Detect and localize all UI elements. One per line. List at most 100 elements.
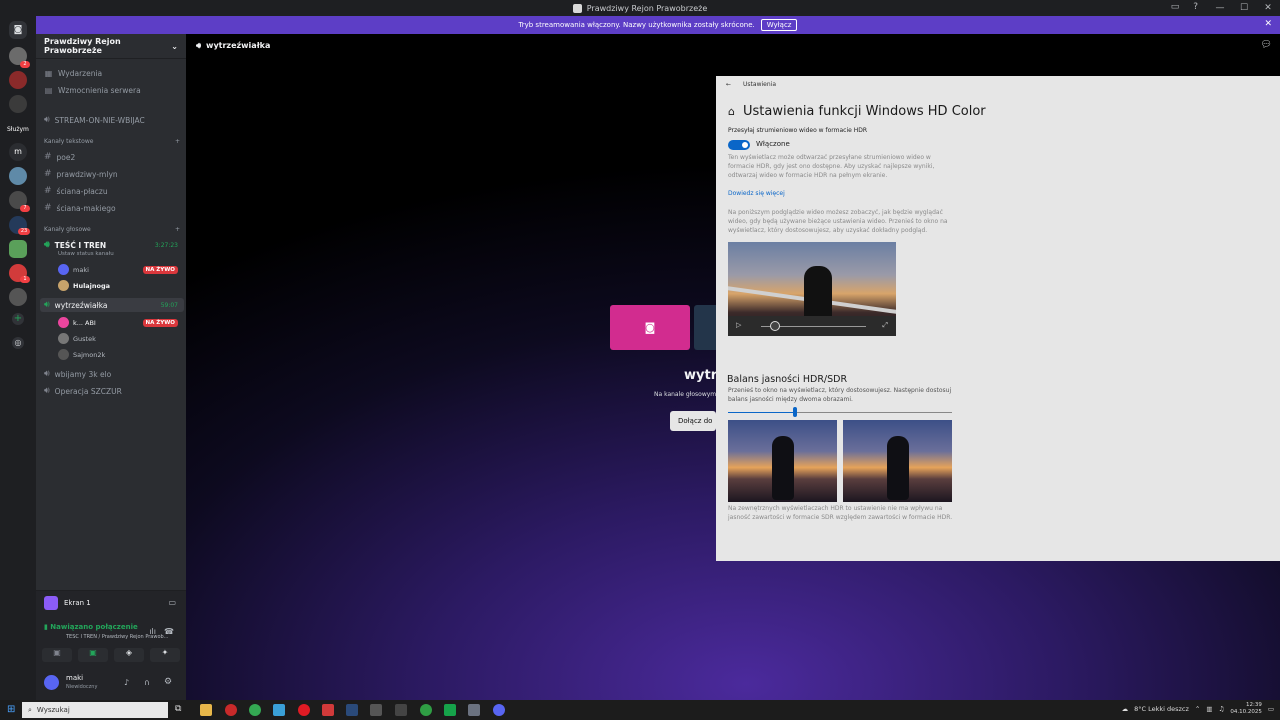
- category-label: Kanały głosowe: [44, 226, 91, 233]
- voice-user[interactable]: Gustek: [58, 333, 178, 344]
- gear-icon[interactable]: ⚙: [164, 677, 172, 687]
- close-icon[interactable]: ✕: [1264, 19, 1272, 29]
- windows-start-icon[interactable]: ⊞: [7, 704, 15, 715]
- fullscreen-icon[interactable]: ⤢: [882, 321, 888, 330]
- app-icon[interactable]: [273, 704, 285, 716]
- voice-user[interactable]: maki NA ŻYWO: [58, 264, 178, 275]
- weather-label[interactable]: 8°C Lekki deszcz: [1134, 705, 1189, 713]
- connection-label: Nawiązano połączenie: [50, 623, 138, 631]
- server-icon[interactable]: [9, 240, 27, 258]
- user-name: maki: [73, 265, 89, 274]
- participant-tile[interactable]: ◙: [610, 305, 690, 350]
- app-icon[interactable]: [370, 704, 382, 716]
- streamer-mode-banner: Tryb streamowania włączony. Nazwy użytko…: [36, 16, 1280, 34]
- join-voice-button[interactable]: Dołącz do: [670, 411, 716, 431]
- voice-channel[interactable]: 🔊︎ wbijamy 3k elo: [44, 369, 111, 379]
- discord-home-icon[interactable]: ◙: [9, 21, 27, 39]
- app-icon[interactable]: [225, 704, 237, 716]
- file-explorer-icon[interactable]: [200, 704, 212, 716]
- balance-title: Balans jasności HDR/SDR: [727, 374, 848, 385]
- server-icon[interactable]: [9, 288, 27, 306]
- camera-icon[interactable]: ▣: [42, 648, 72, 662]
- microphone-icon[interactable]: ♪: [124, 678, 129, 687]
- opera-icon[interactable]: [298, 704, 310, 716]
- server-icon[interactable]: [9, 167, 27, 185]
- discord-app-icon[interactable]: [493, 704, 505, 716]
- plus-icon[interactable]: +: [175, 226, 180, 233]
- app-icon[interactable]: [322, 704, 334, 716]
- channel-label: poe2: [56, 152, 76, 162]
- activity-icon[interactable]: ◈: [114, 648, 144, 662]
- video-controls: ▷ ⤢: [728, 316, 896, 336]
- voice-channel[interactable]: 🔊︎ Operacja SZCZUR: [44, 386, 122, 396]
- avatar: [58, 280, 69, 291]
- channel-text[interactable]: # ściana-płaczu: [44, 186, 108, 196]
- sidebar-item-events[interactable]: ▦ Wydarzenia: [44, 69, 102, 78]
- banner-text: Tryb streamowania włączony. Nazwy użytko…: [518, 21, 755, 29]
- voice-user[interactable]: k... ABI NA ŻYWO: [58, 317, 178, 328]
- channel-status[interactable]: Ustaw status kanału: [58, 251, 114, 257]
- steam-icon[interactable]: [346, 704, 358, 716]
- app-icon[interactable]: [420, 704, 432, 716]
- server-icon[interactable]: [9, 95, 27, 113]
- screen-share-icon[interactable]: ▭: [168, 598, 176, 607]
- channel-label: wbijamy 3k elo: [54, 369, 112, 379]
- settings-app-icon[interactable]: [468, 704, 480, 716]
- app-icon[interactable]: [444, 704, 456, 716]
- brightness-balance-slider[interactable]: [728, 407, 952, 417]
- add-server-icon[interactable]: +: [12, 313, 24, 325]
- learn-more-link[interactable]: Dowiedz się więcej: [728, 189, 953, 198]
- disable-streamer-button[interactable]: Wyłącz: [760, 19, 798, 31]
- search-placeholder: Wyszukaj: [36, 706, 70, 714]
- server-icon[interactable]: m: [9, 143, 27, 161]
- channel-text[interactable]: # poe2: [44, 152, 75, 162]
- noise-suppression-icon[interactable]: ılı: [149, 627, 156, 636]
- page-title: ⌂ Ustawienia funkcji Windows HD Color: [728, 104, 986, 119]
- server-label[interactable]: Służym: [7, 126, 29, 133]
- category-voice[interactable]: Kanały głosowe +: [44, 226, 180, 233]
- voice-channel[interactable]: 🔊︎ TEŚĆ I TREN: [44, 240, 106, 250]
- app-icon[interactable]: [395, 704, 407, 716]
- minimize-button[interactable]: —: [1208, 3, 1232, 13]
- voice-user[interactable]: Sajmon2k: [58, 349, 178, 360]
- avatar[interactable]: [44, 675, 59, 690]
- channel-stream[interactable]: 🔊︎ STREAM-ON-NIE-WBIJAC: [44, 115, 145, 125]
- maximize-button[interactable]: ☐: [1232, 3, 1256, 13]
- network-icon[interactable]: ▥: [1206, 705, 1212, 713]
- soundboard-icon[interactable]: ✦: [150, 648, 180, 662]
- badge: 7: [20, 205, 30, 212]
- speaker-icon: 🔊︎: [44, 300, 50, 310]
- chrome-icon[interactable]: [249, 704, 261, 716]
- help-icon[interactable]: ?: [1193, 2, 1198, 12]
- chat-icon[interactable]: 💬︎: [1261, 40, 1272, 50]
- server-icon[interactable]: [9, 71, 27, 89]
- screen-share-row[interactable]: Ekran 1: [44, 596, 91, 610]
- category-text[interactable]: Kanały tekstowe +: [44, 138, 180, 145]
- voice-channel[interactable]: 🔊︎ wytrzeźwiałka: [44, 300, 108, 310]
- close-button[interactable]: ✕: [1256, 3, 1280, 13]
- seek-thumb[interactable]: [770, 321, 780, 331]
- inbox-icon[interactable]: ▭: [1171, 2, 1180, 12]
- volume-icon[interactable]: ♫: [1219, 705, 1225, 713]
- play-icon[interactable]: ▷: [736, 321, 741, 329]
- notification-icon[interactable]: ▭: [1268, 705, 1274, 713]
- server-header[interactable]: Prawdziwy Rejon Prawobrzeże ⌄: [36, 34, 186, 59]
- task-view-icon[interactable]: ⧉: [175, 704, 181, 714]
- slider-thumb[interactable]: [793, 407, 798, 417]
- stream-icon[interactable]: ▣: [78, 648, 108, 662]
- home-icon[interactable]: ⌂: [728, 105, 735, 118]
- voice-user[interactable]: Hulajnoga: [58, 280, 178, 291]
- channel-text[interactable]: # prawdziwy-mlyn: [44, 169, 118, 179]
- discover-icon[interactable]: ◎: [12, 337, 24, 349]
- sidebar-item-boosts[interactable]: ▤ Wzmocnienia serwera: [44, 86, 141, 95]
- speaker-icon: 🔊︎: [196, 41, 202, 50]
- disconnect-icon[interactable]: ☎: [164, 627, 174, 636]
- headphones-icon[interactable]: ∩: [144, 678, 150, 687]
- clock[interactable]: 12:39 04.10.2025: [1230, 702, 1262, 716]
- hdr-stream-toggle[interactable]: [728, 140, 750, 150]
- plus-icon[interactable]: +: [175, 138, 180, 145]
- search-box[interactable]: ⌕ Wyszukaj: [22, 702, 168, 718]
- back-arrow-icon[interactable]: ←: [726, 81, 731, 88]
- chevron-up-icon[interactable]: ⌃: [1195, 705, 1200, 713]
- channel-text[interactable]: # ściana-makiego: [44, 203, 116, 213]
